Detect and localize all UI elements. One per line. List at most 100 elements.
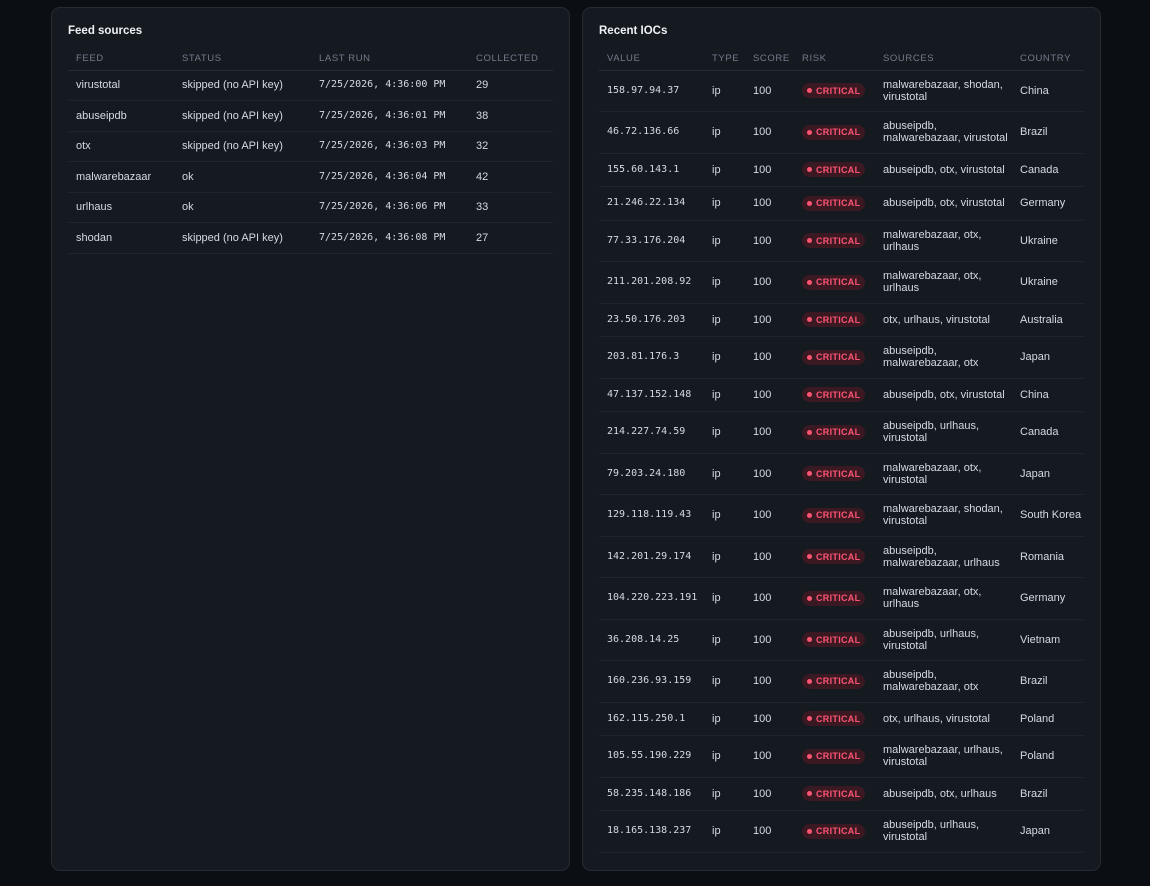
ioc-row[interactable]: 36.208.14.25 ip 100 CRITICAL abuseipdb, urlh… [599, 619, 1084, 661]
ioc-row[interactable]: 214.227.74.59 ip 100 CRITICAL abuseipdb, url… [599, 411, 1084, 454]
risk-dot-icon [807, 167, 812, 173]
ioc-sources: malwarebazaar, otx, urlhaus [875, 261, 1012, 304]
ioc-row[interactable]: 104.220.223.191 ip 100 CRITICAL malwarebazaa… [599, 577, 1084, 620]
ioc-row[interactable]: 58.235.148.186 ip 100 CRITICAL abuseipdb, ot… [599, 777, 1084, 811]
ioc-sources: malwarebazaar, urlhaus, virustotal [875, 735, 1012, 778]
ioc-sources: abuseipdb, urlhaus, virustotal [875, 411, 1012, 454]
feed-row[interactable]: shodan skipped (no API key) 7/25/2026, 4:3… [68, 222, 553, 254]
risk-dot-icon [807, 279, 812, 285]
column-header-collected[interactable]: COLLECTED [468, 48, 553, 71]
risk-badge: CRITICAL [802, 124, 866, 140]
feed-row[interactable]: urlhaus ok 7/25/2026, 4:36:06 PM 33 [68, 192, 553, 223]
risk-badge: CRITICAL [802, 83, 866, 99]
column-header-sources[interactable]: SOURCES [875, 48, 1012, 71]
feed-row[interactable]: virustotal skipped (no API key) 7/25/2026,… [68, 70, 553, 101]
column-header-score[interactable]: SCORE [745, 48, 794, 71]
feed-status: ok [174, 161, 311, 193]
column-header-country[interactable]: COUNTRY [1012, 48, 1084, 71]
ioc-row[interactable]: 47.137.152.148 ip 100 CRITICAL abuseipdb, ot… [599, 378, 1084, 412]
ioc-row[interactable]: 158.97.94.37 ip 100 CRITICAL malwarebazaar, … [599, 70, 1084, 112]
recent-iocs-panel: Recent IOCs VALUE TYPE SCORE RISK SOURCE… [582, 7, 1101, 871]
column-header-value[interactable]: VALUE [599, 48, 704, 71]
risk-badge: CRITICAL [802, 632, 866, 648]
risk-badge: CRITICAL [802, 195, 866, 211]
ioc-value: 214.227.74.59 [599, 411, 704, 454]
risk-dot-icon [807, 678, 812, 684]
ioc-sources: abuseipdb, malwarebazaar, otx [875, 660, 1012, 703]
feed-row[interactable]: malwarebazaar ok 7/25/2026, 4:36:04 PM 42 [68, 161, 553, 193]
ioc-risk: CRITICAL [794, 735, 875, 778]
ioc-score: 100 [745, 453, 794, 495]
ioc-row[interactable]: 18.165.138.237 ip 100 CRITICAL abuseipdb, ur… [599, 810, 1084, 853]
ioc-type: ip [704, 411, 745, 454]
ioc-row[interactable]: 79.203.24.180 ip 100 CRITICAL malwarebazaar,… [599, 453, 1084, 495]
ioc-row[interactable]: 211.201.208.92 ip 100 CRITICAL malwarebazaar… [599, 261, 1084, 304]
feed-name: otx [68, 131, 174, 162]
ioc-type: ip [704, 735, 745, 778]
column-header-feed[interactable]: FEED [68, 48, 174, 71]
feed-row[interactable]: otx skipped (no API key) 7/25/2026, 4:36:0… [68, 131, 553, 162]
ioc-sources: abuseipdb, malwarebazaar, virustotal [875, 111, 1012, 154]
ioc-value: 158.97.94.37 [599, 70, 704, 112]
risk-dot-icon [807, 471, 812, 477]
column-header-type[interactable]: TYPE [704, 48, 745, 71]
feed-row[interactable]: abuseipdb skipped (no API key) 7/25/2026, … [68, 100, 553, 132]
ioc-value: 36.208.14.25 [599, 619, 704, 661]
ioc-country: South Korea [1012, 494, 1084, 537]
risk-dot-icon [807, 317, 812, 323]
ioc-country: Canada [1012, 153, 1084, 187]
risk-label: CRITICAL [816, 634, 861, 645]
risk-label: CRITICAL [816, 352, 861, 363]
ioc-row[interactable]: 23.50.176.203 ip 100 CRITICAL otx, urlhaus, … [599, 303, 1084, 337]
ioc-row[interactable]: 46.72.136.66 ip 100 CRITICAL abuseipdb, malw… [599, 111, 1084, 154]
ioc-row[interactable]: 21.246.22.134 ip 100 CRITICAL abuseipdb, otx… [599, 186, 1084, 221]
ioc-type: ip [704, 619, 745, 661]
ioc-country: Germany [1012, 577, 1084, 620]
risk-dot-icon [807, 238, 812, 244]
ioc-risk: CRITICAL [794, 411, 875, 454]
ioc-row[interactable]: 162.115.250.1 ip 100 CRITICAL otx, urlhaus, … [599, 702, 1084, 736]
ioc-value: 79.203.24.180 [599, 453, 704, 495]
feed-status: skipped (no API key) [174, 222, 311, 254]
ioc-row[interactable]: 160.236.93.159 ip 100 CRITICAL abuseipdb, ma… [599, 660, 1084, 703]
ioc-row[interactable]: 142.201.29.174 ip 100 CRITICAL abuseipdb, ma… [599, 536, 1084, 578]
ioc-country: Vietnam [1012, 619, 1084, 661]
ioc-row[interactable]: 105.55.190.229 ip 100 CRITICAL malwarebazaar… [599, 735, 1084, 778]
column-header-status[interactable]: STATUS [174, 48, 311, 71]
ioc-type: ip [704, 70, 745, 112]
ioc-risk: CRITICAL [794, 577, 875, 620]
ioc-value: 203.81.176.3 [599, 336, 704, 379]
feed-collected: 38 [468, 100, 553, 132]
risk-label: CRITICAL [816, 127, 861, 138]
ioc-risk: CRITICAL [794, 378, 875, 412]
ioc-sources: abuseipdb, otx, virustotal [875, 153, 1012, 187]
ioc-score: 100 [745, 336, 794, 379]
ioc-risk: CRITICAL [794, 536, 875, 578]
risk-label: CRITICAL [816, 826, 861, 837]
ioc-sources: malwarebazaar, shodan, virustotal [875, 494, 1012, 537]
risk-badge: CRITICAL [802, 424, 866, 440]
ioc-score: 100 [745, 186, 794, 221]
column-header-risk[interactable]: RISK [794, 48, 875, 71]
ioc-row[interactable]: 155.60.143.1 ip 100 CRITICAL abuseipdb, otx,… [599, 153, 1084, 187]
risk-badge: CRITICAL [802, 387, 866, 403]
ioc-value: 162.115.250.1 [599, 702, 704, 736]
column-header-last-run[interactable]: LAST RUN [311, 48, 468, 71]
ioc-value: 21.246.22.134 [599, 186, 704, 221]
ioc-score: 100 [745, 735, 794, 778]
ioc-type: ip [704, 577, 745, 620]
risk-dot-icon [807, 637, 812, 643]
ioc-country: Ukraine [1012, 261, 1084, 304]
risk-dot-icon [807, 200, 812, 206]
ioc-risk: CRITICAL [794, 777, 875, 811]
ioc-row[interactable]: 129.118.119.43 ip 100 CRITICAL malwarebazaar… [599, 494, 1084, 537]
feed-collected: 33 [468, 192, 553, 223]
risk-badge: CRITICAL [802, 786, 866, 802]
ioc-score: 100 [745, 378, 794, 412]
ioc-row[interactable]: 77.33.176.204 ip 100 CRITICAL malwarebazaar,… [599, 220, 1084, 262]
ioc-score: 100 [745, 536, 794, 578]
ioc-sources: abuseipdb, malwarebazaar, urlhaus [875, 536, 1012, 578]
feed-name: malwarebazaar [68, 161, 174, 193]
ioc-type: ip [704, 702, 745, 736]
ioc-row[interactable]: 203.81.176.3 ip 100 CRITICAL abuseipdb, malw… [599, 336, 1084, 379]
